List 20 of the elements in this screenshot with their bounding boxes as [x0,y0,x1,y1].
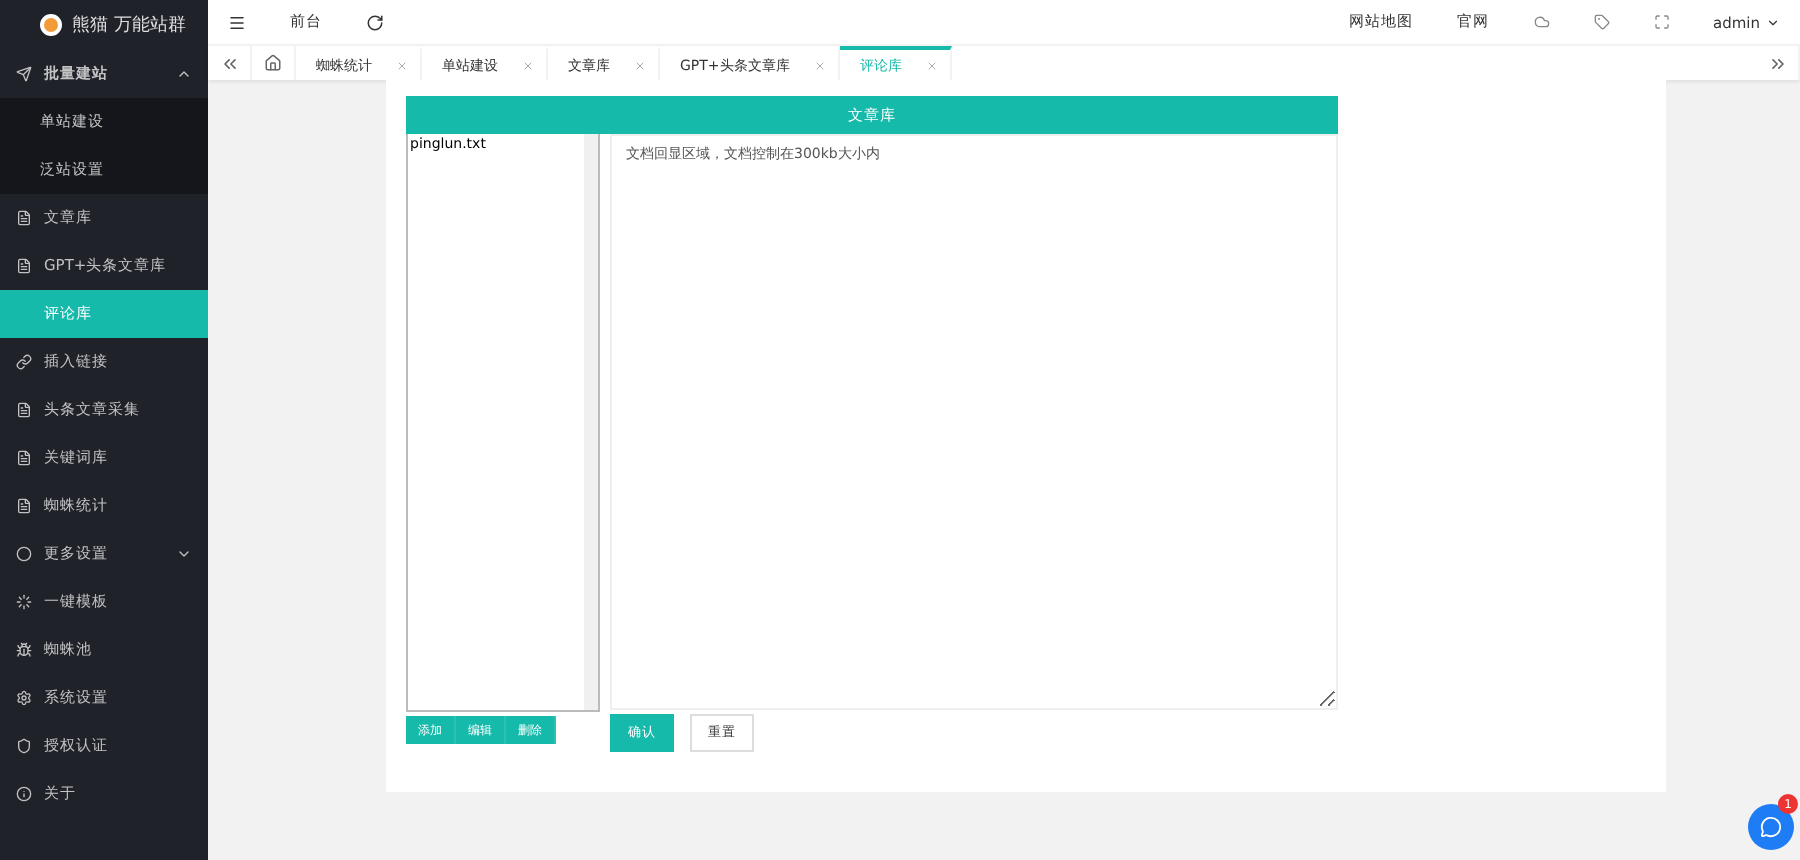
chat-icon [1760,816,1782,838]
cloud-icon[interactable] [1533,14,1549,31]
home-icon [264,54,282,73]
tag-icon[interactable] [1593,14,1609,31]
double-chevron-right-icon [1767,53,1787,74]
close-icon [522,59,534,72]
close-icon [396,59,408,72]
close-icon [634,59,646,72]
brand-name: 熊猫 万能站群 [72,13,186,38]
chevron-down-icon [176,546,192,562]
refresh-icon[interactable] [366,13,384,32]
logo-icon [40,14,62,36]
chevron-down-icon [1766,15,1780,30]
double-chevron-left-icon [219,53,239,74]
chat-button[interactable] [1748,804,1794,850]
fullscreen-icon[interactable] [1653,14,1669,31]
scrollbar[interactable] [584,134,598,710]
close-icon [925,59,938,72]
close-icon [813,59,826,72]
chevron-up-icon [176,66,192,82]
